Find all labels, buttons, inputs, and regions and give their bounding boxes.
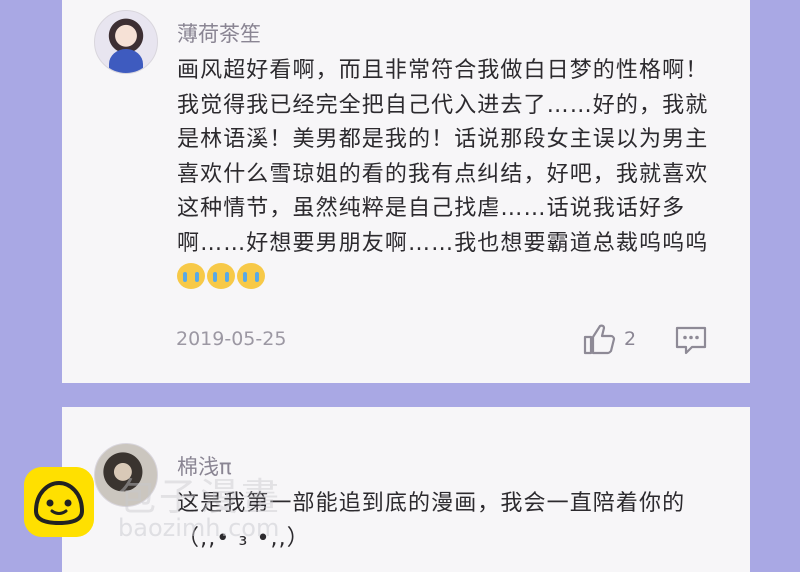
comment-card: 薄荷茶笙 画风超好看啊，而且非常符合我做白日梦的性格啊！我觉得我已经完全把自己代… [62,0,750,383]
watermark-url: baozimh.com [118,514,280,542]
reply-comment-icon[interactable] [674,324,708,356]
crying-face-icon [207,263,235,289]
crying-face-icon [237,263,265,289]
comment-date: 2019-05-25 [176,328,287,350]
watermark-text: 包子漫畫 [118,475,283,519]
thumbs-up-icon[interactable] [582,322,616,356]
like-count: 2 [624,328,637,350]
crying-face-icon [177,263,205,289]
comment-text: 画风超好看啊，而且非常符合我做白日梦的性格啊！我觉得我已经完全把自己代入进去了…… [177,54,722,296]
bun-logo-icon [24,467,94,537]
avatar[interactable] [94,10,158,74]
username[interactable]: 薄荷茶笙 [177,18,261,48]
